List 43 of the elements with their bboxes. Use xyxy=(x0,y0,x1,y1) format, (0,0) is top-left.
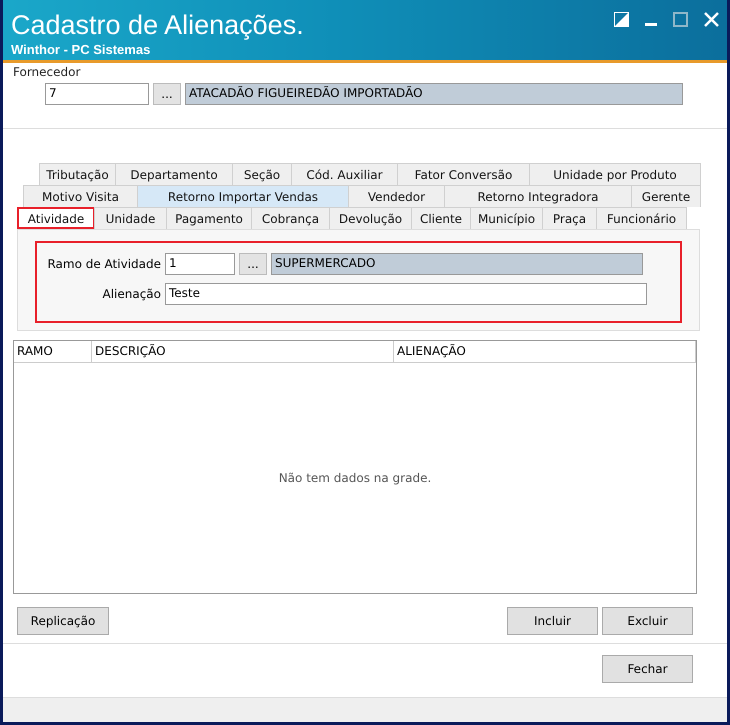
column-header: RAMO xyxy=(14,341,92,363)
tab[interactable]: Fator Conversão xyxy=(397,163,530,185)
close-button[interactable]: Fechar xyxy=(602,655,693,683)
replication-button[interactable]: Replicação xyxy=(17,607,109,635)
code-field[interactable]: 1 xyxy=(165,253,235,275)
tab[interactable]: Unidade por Produto xyxy=(529,163,701,185)
tab[interactable]: Retorno Importar Vendas xyxy=(137,185,349,207)
column-header: DESCRIÇÃO xyxy=(92,341,394,363)
contrast-icon[interactable] xyxy=(614,12,629,27)
tab[interactable]: Vendedor xyxy=(348,185,445,207)
window-subtitle: Winthor - PC Sistemas xyxy=(11,42,150,57)
tab[interactable]: Tributação xyxy=(39,163,116,185)
tab[interactable]: Cód. Auxiliar xyxy=(291,163,398,185)
action-button[interactable]: Incluir xyxy=(507,607,598,635)
tab[interactable]: Retorno Integradora xyxy=(444,185,632,207)
action-button[interactable]: Excluir xyxy=(602,607,693,635)
supplier-name-field: ATACADÃO FIGUEIREDÃO IMPORTADÃO xyxy=(185,83,683,105)
tab[interactable]: Departamento xyxy=(115,163,233,185)
lookup-button[interactable]: ... xyxy=(239,253,267,275)
tab[interactable]: Motivo Visita xyxy=(23,185,138,207)
maximize-icon[interactable] xyxy=(673,12,688,27)
empty-message: Não tem dados na grade. xyxy=(278,471,432,485)
tab[interactable]: Atividade xyxy=(17,207,95,229)
tab[interactable]: Gerente xyxy=(631,185,701,207)
activity-name-field: SUPERMERCADO xyxy=(271,253,643,275)
tab[interactable]: Seção xyxy=(232,163,292,185)
field-label: Alienação xyxy=(101,287,161,301)
text-field[interactable]: Teste xyxy=(165,283,647,305)
tab[interactable]: Praça xyxy=(542,207,597,229)
tab[interactable]: Pagamento xyxy=(166,207,252,229)
tab[interactable]: Cliente xyxy=(411,207,471,229)
lookup-button[interactable]: ... xyxy=(153,83,181,105)
close-icon[interactable] xyxy=(704,12,719,27)
group-label: Fornecedor xyxy=(13,65,82,79)
window-title: Cadastro de Alienações. xyxy=(11,10,304,40)
tab[interactable]: Município xyxy=(470,207,543,229)
tab[interactable]: Devolução xyxy=(329,207,412,229)
column-header: ALIENAÇÃO xyxy=(394,341,696,363)
field-label: Ramo de Atividade xyxy=(46,257,161,271)
tab[interactable]: Funcionário xyxy=(596,207,687,229)
code-field[interactable]: 7 xyxy=(45,83,149,105)
tab[interactable]: Unidade xyxy=(94,207,167,229)
tab[interactable]: Cobrança xyxy=(251,207,330,229)
